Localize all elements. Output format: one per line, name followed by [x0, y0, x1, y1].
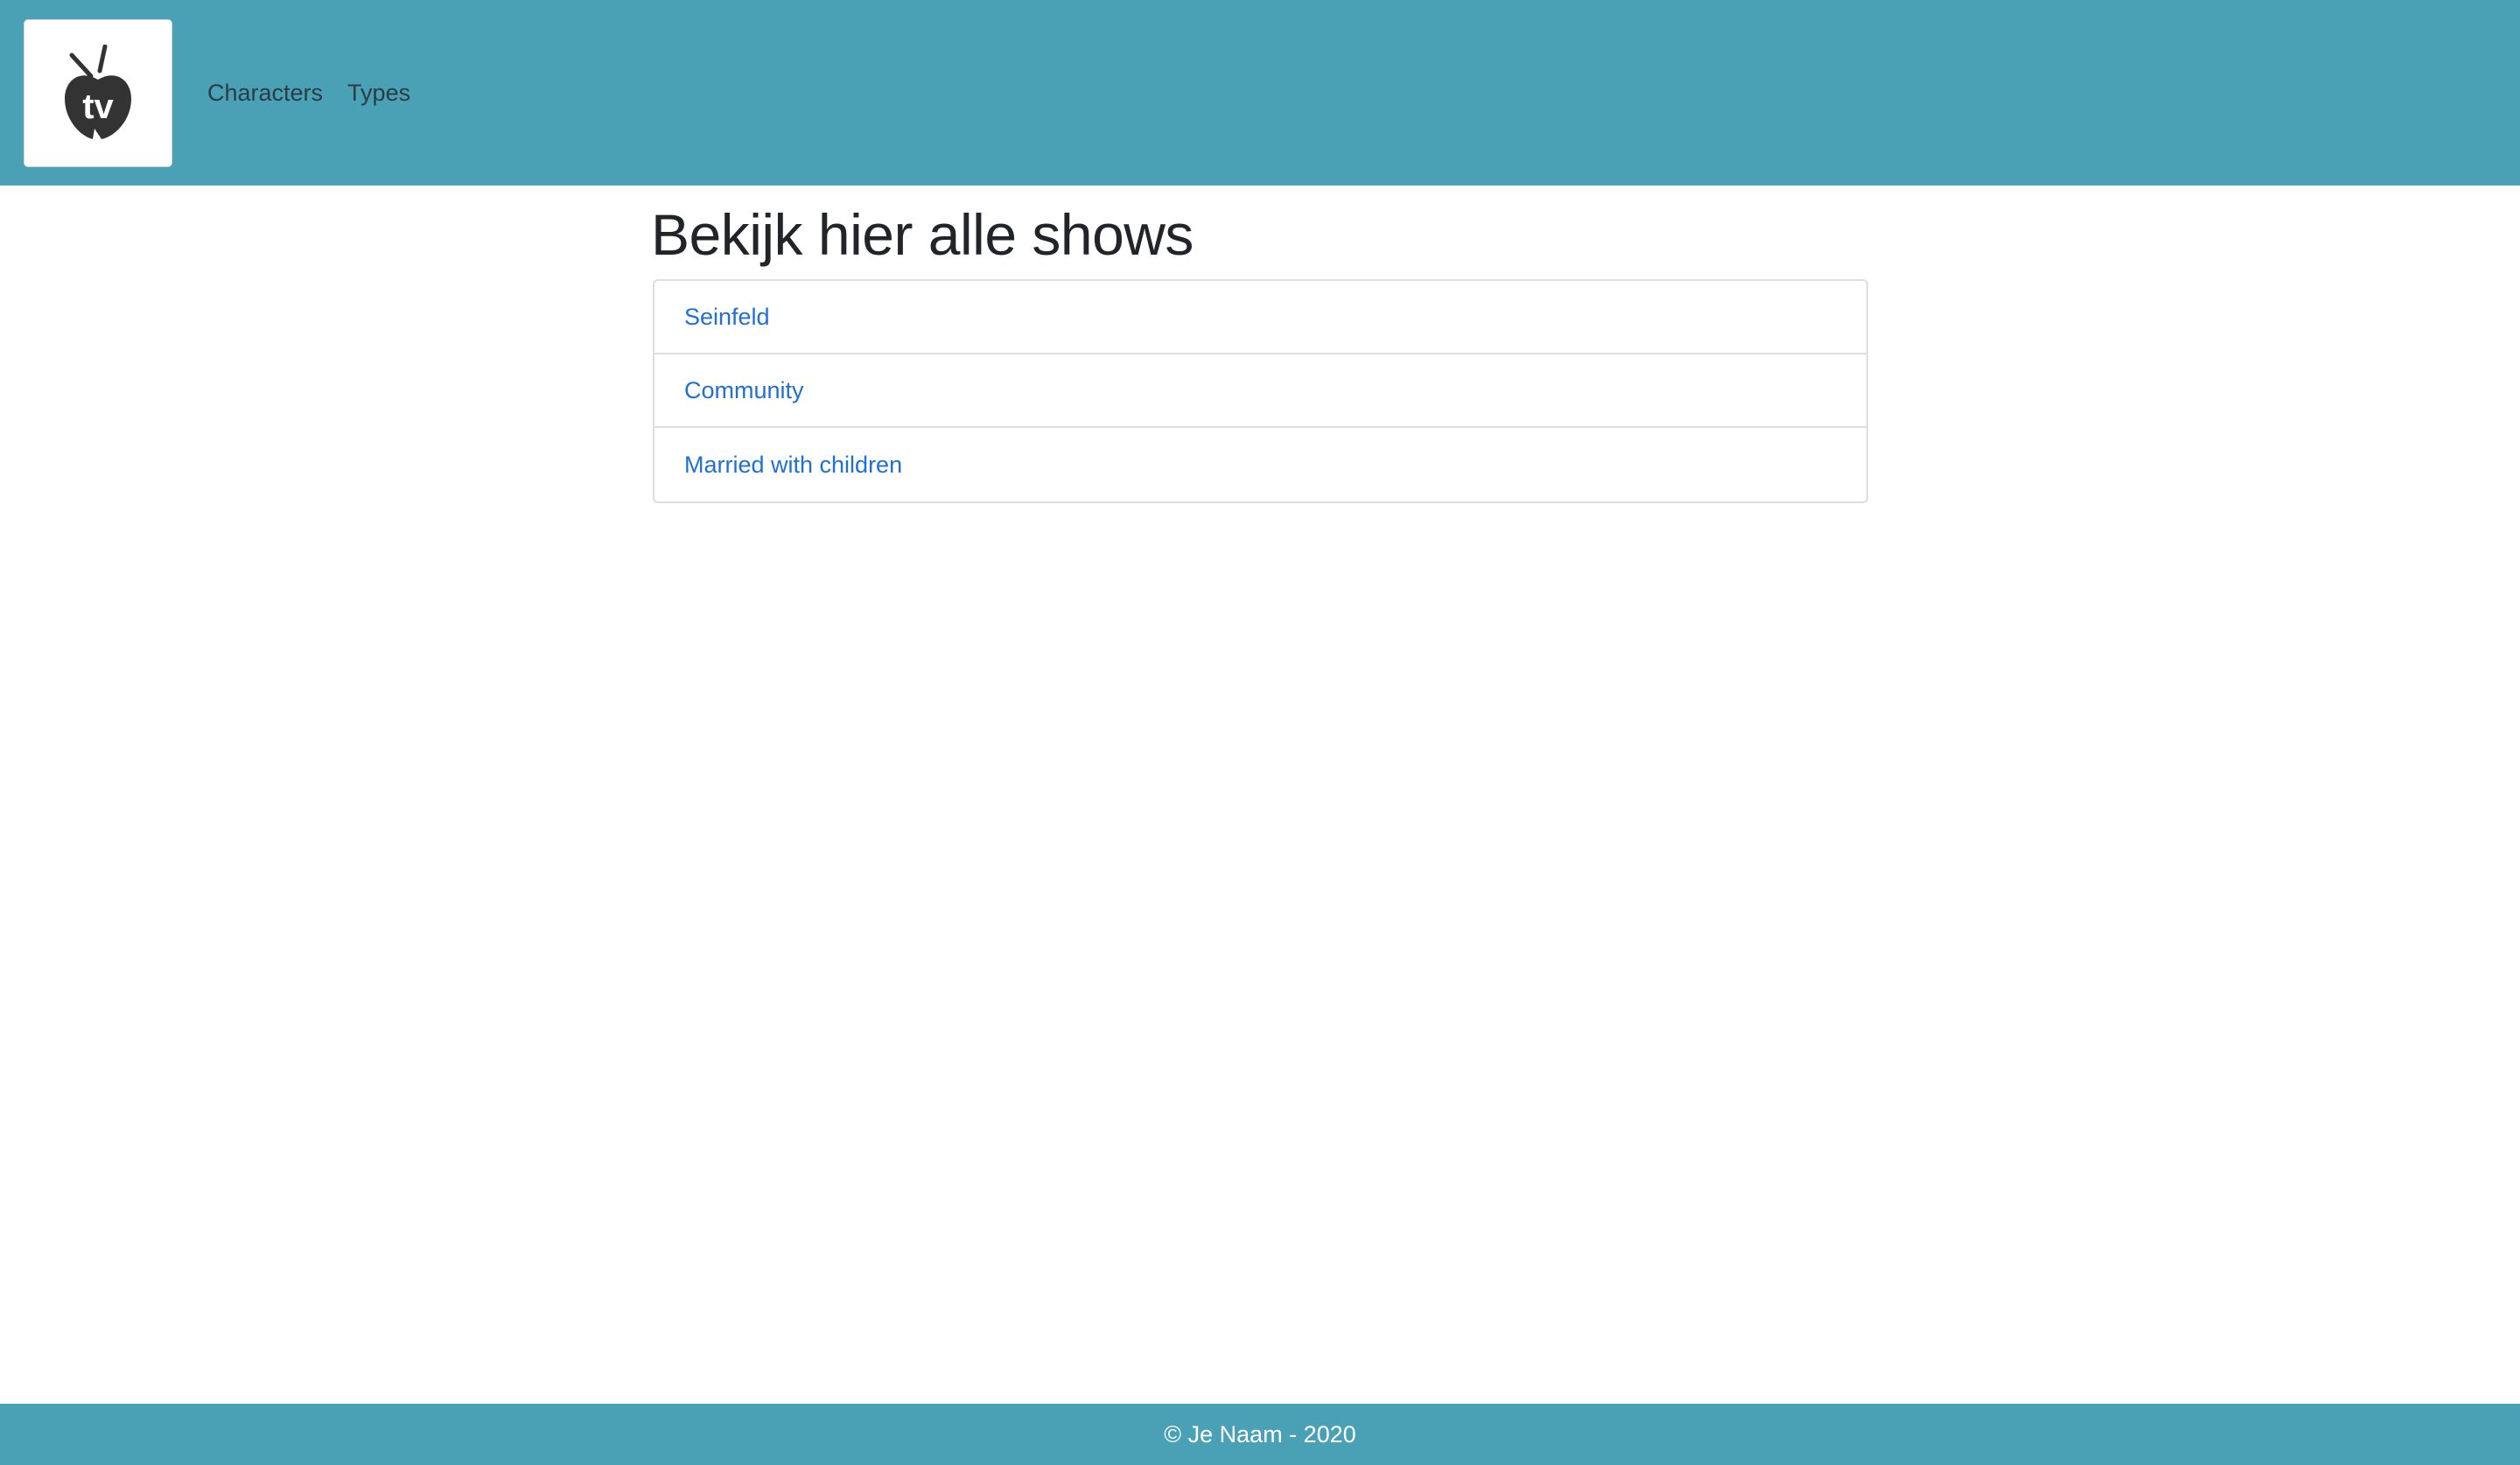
show-link-married-with-children[interactable]: Married with children [684, 452, 902, 479]
show-link-seinfeld[interactable]: Seinfeld [684, 304, 770, 331]
logo-link[interactable]: tv [24, 19, 172, 167]
list-item: Married with children [654, 428, 1866, 501]
nav-link-types[interactable]: Types [347, 74, 410, 112]
main-nav: Characters Types [207, 74, 410, 112]
page-title: Bekijk hier alle shows [651, 202, 1194, 267]
nav-link-characters[interactable]: Characters [207, 74, 323, 112]
tv-logo-icon: tv [65, 44, 131, 139]
list-item: Community [654, 354, 1866, 428]
list-item: Seinfeld [654, 281, 1866, 354]
footer: © Je Naam - 2020 [0, 1404, 2520, 1465]
show-link-community[interactable]: Community [684, 377, 804, 404]
footer-copyright: © Je Naam - 2020 [1164, 1420, 1356, 1447]
top-navbar: tv Characters Types [0, 0, 2520, 186]
show-list: Seinfeld Community Married with children [653, 279, 1868, 503]
logo-text: tv [82, 88, 114, 126]
